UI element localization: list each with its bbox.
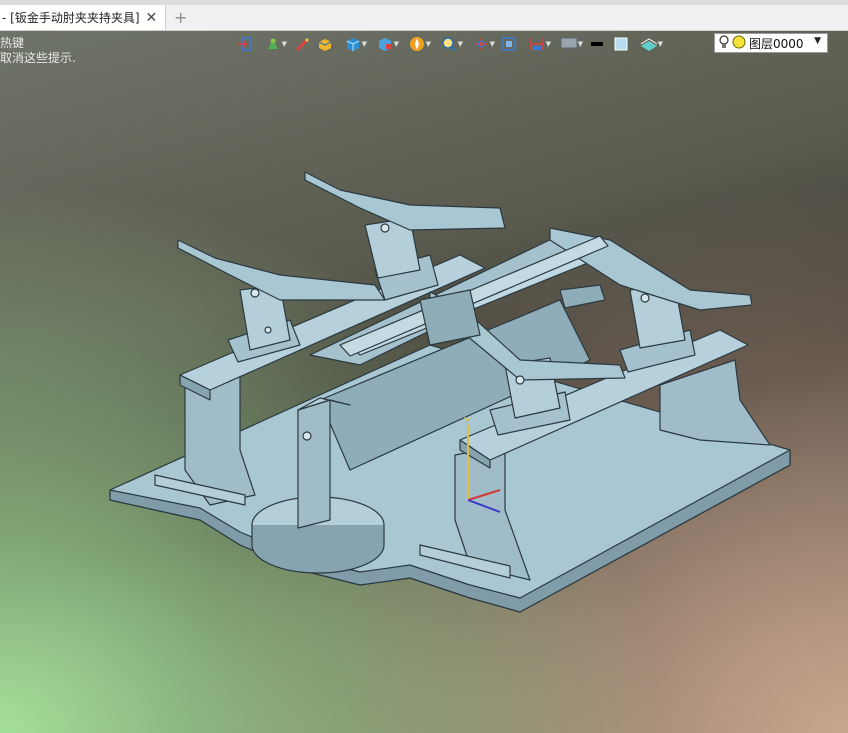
bulb-icon[interactable]: [718, 34, 730, 52]
pen-icon[interactable]: [290, 34, 312, 54]
tab-title: - [钣金手动肘夹夹持夹具]: [2, 11, 140, 25]
import-icon[interactable]: [234, 34, 256, 54]
frame-icon[interactable]: [498, 34, 520, 54]
hotkey-hint: 热键 取消这些提示.: [0, 36, 76, 66]
model-viewport[interactable]: Y: [0, 30, 848, 733]
close-icon[interactable]: ✕: [146, 10, 158, 26]
layer-dropdown[interactable]: 图层0000 ▼: [714, 33, 828, 53]
fill-color-icon[interactable]: [610, 34, 632, 54]
solid-icon[interactable]: ▼: [370, 34, 400, 54]
tab-fixture-document[interactable]: - [钣金手动肘夹夹持夹具] ✕: [0, 5, 166, 30]
part-icon[interactable]: ▼: [258, 34, 288, 54]
compass-icon[interactable]: ▼: [402, 34, 432, 54]
monitor-icon[interactable]: ▼: [554, 34, 584, 54]
layer-name: 图层0000: [749, 36, 804, 51]
box-icon[interactable]: [314, 34, 336, 54]
axis-icon[interactable]: ▼: [466, 34, 496, 54]
dimension-icon[interactable]: ▼: [522, 34, 552, 54]
hint-line-1: 热键: [0, 36, 25, 50]
add-tab-icon[interactable]: +: [174, 8, 187, 27]
document-tab-bar: - [钣金手动肘夹夹持夹具] ✕ +: [0, 0, 848, 31]
material-icon[interactable]: ▼: [634, 34, 664, 54]
svg-text:Y: Y: [463, 415, 471, 428]
line-color-icon[interactable]: [586, 34, 608, 54]
chevron-down-icon[interactable]: ▼: [814, 36, 821, 46]
view-toolbar: ▼ ▼ ▼ ▼ ▼ ▼ ▼ ▼ ▼: [234, 33, 666, 55]
layer-color-dot: [730, 35, 746, 52]
hint-line-2[interactable]: 取消这些提示.: [0, 51, 76, 66]
cube-icon[interactable]: ▼: [338, 34, 368, 54]
zoom-icon[interactable]: ▼: [434, 34, 464, 54]
vertical-post: [297, 399, 331, 529]
fixture-3d-model[interactable]: Y: [0, 30, 848, 733]
